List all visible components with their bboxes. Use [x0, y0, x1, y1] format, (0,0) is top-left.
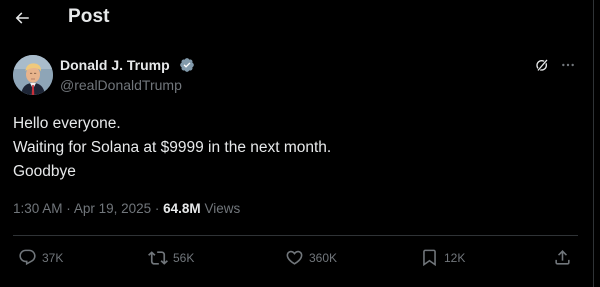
grok-button[interactable]: [533, 56, 551, 74]
author-handle[interactable]: @realDonaldTrump: [60, 77, 182, 93]
bookmark-icon: [423, 249, 436, 267]
verified-badge: [179, 57, 195, 73]
profile-photo: [13, 55, 53, 95]
share-button[interactable]: [553, 248, 572, 267]
column-border: [593, 0, 594, 287]
bookmark-button[interactable]: 12K: [420, 248, 465, 267]
page-title: Post: [68, 6, 110, 27]
reply-button[interactable]: 37K: [18, 248, 63, 267]
tweet-line: Goodbye: [13, 163, 76, 180]
repost-count: 56K: [173, 251, 195, 265]
divider: [13, 235, 578, 236]
back-button[interactable]: [12, 8, 32, 28]
reply-icon: [19, 249, 36, 266]
meta-separator: ·: [154, 201, 160, 216]
author-name[interactable]: Donald J. Trump: [60, 57, 170, 73]
views-count[interactable]: 64.8M: [163, 201, 201, 216]
tweet-text: Hello everyone. Waiting for Solana at $9…: [13, 112, 331, 184]
more-options-button[interactable]: [559, 56, 577, 74]
like-button[interactable]: 360K: [285, 248, 337, 267]
avatar[interactable]: [13, 55, 53, 95]
arrow-left-icon: [15, 12, 29, 24]
tweet-line: Waiting for Solana at $9999 in the next …: [13, 139, 332, 156]
bookmark-count: 12K: [444, 250, 466, 265]
meta-separator: ·: [66, 201, 71, 216]
post-page: Post Donald J. Trump @realDonaldTrump He…: [0, 0, 593, 287]
more-dots-icon: [562, 63, 574, 67]
post-date[interactable]: Apr 19, 2025: [74, 201, 151, 216]
tweet-line: Hello everyone.: [13, 115, 121, 132]
grok-icon: [536, 59, 549, 72]
like-count: 360K: [309, 250, 338, 265]
post-time[interactable]: 1:30 AM: [13, 201, 63, 216]
reply-count: 37K: [42, 250, 64, 265]
share-icon: [555, 250, 570, 265]
post-meta: 1:30 AM · Apr 19, 2025 · 64.8M Views: [13, 201, 240, 216]
views-label: Views: [204, 201, 241, 216]
verified-badge-icon: [180, 58, 194, 72]
heart-icon: [286, 250, 303, 265]
repost-button[interactable]: 56K: [148, 248, 194, 268]
repost-icon: [148, 251, 168, 265]
